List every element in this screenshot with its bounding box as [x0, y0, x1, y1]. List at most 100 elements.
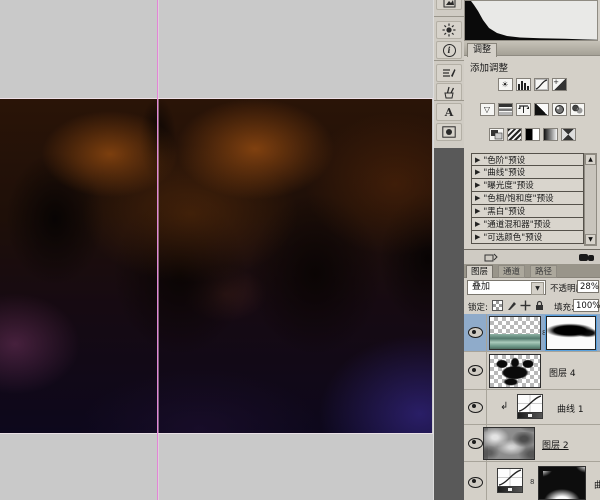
masks-panel-icon[interactable] — [436, 123, 462, 141]
photoshop-window: i A 调整 添 — [0, 0, 600, 500]
preset-scrollbar[interactable]: ▲ ▼ — [584, 153, 597, 246]
layer-row[interactable]: ↲ 曲线 1 — [464, 390, 600, 425]
lock-transparency-icon[interactable] — [492, 300, 503, 311]
adjustment-presets-list: ▶"色阶"预设 ▶"曲线"预设 ▶"曝光度"预设 ▶"色相/饱和度"预设 ▶"黑… — [471, 153, 584, 244]
switch-panel-icon[interactable] — [484, 253, 498, 263]
visibility-toggle[interactable] — [464, 390, 487, 424]
vertical-guide[interactable] — [157, 0, 158, 500]
preset-exposure[interactable]: ▶"曝光度"预设 — [471, 179, 584, 192]
adjustments-bottombar — [464, 249, 600, 264]
hue-saturation-icon[interactable] — [498, 103, 513, 116]
sun-icon[interactable] — [436, 21, 462, 39]
gradient-map-icon[interactable] — [543, 128, 558, 141]
layer-name[interactable]: 曲 — [594, 478, 600, 491]
lock-row: 锁定: 填充: 100% — [464, 298, 600, 314]
adjustment-icons-row-2: ▽ — [464, 103, 600, 116]
document-artwork[interactable] — [0, 99, 432, 433]
horizontal-guide-bottom — [0, 433, 433, 434]
visibility-toggle[interactable] — [464, 314, 487, 351]
info-icon[interactable]: i — [436, 41, 462, 59]
layer-thumbnail[interactable] — [483, 427, 535, 460]
layers-list: 8 图层 4 ↲ 曲线 1 — [464, 314, 600, 500]
preset-black-white[interactable]: ▶"黑白"预设 — [471, 205, 584, 218]
invert-icon[interactable] — [489, 128, 504, 141]
fill-label: 填充: — [554, 301, 574, 313]
eye-icon — [468, 402, 483, 413]
visibility-toggle[interactable] — [464, 462, 487, 500]
selective-color-icon[interactable] — [561, 128, 576, 141]
mask-link-icon: 8 — [530, 478, 534, 486]
adjustment-icons-row-3 — [464, 128, 600, 141]
threshold-icon[interactable] — [525, 128, 540, 141]
add-adjustment-label: 添加调整 — [470, 60, 508, 74]
panel-column: 调整 添加调整 ☀ + ▽ ▶"色阶"预设 ▶"曲线"预设 — [464, 0, 600, 500]
scroll-up-icon[interactable]: ▲ — [585, 154, 596, 165]
layer-row[interactable]: 8 曲 — [464, 462, 600, 500]
lock-label: 锁定: — [468, 301, 488, 313]
expander-icon[interactable]: ▶ — [475, 233, 480, 241]
histogram-graph — [465, 1, 597, 40]
posterize-icon[interactable] — [507, 128, 522, 141]
canvas-pasteboard[interactable] — [0, 0, 433, 500]
lock-all-icon[interactable] — [534, 300, 545, 311]
vibrance-icon[interactable]: ▽ — [480, 103, 495, 116]
layer-row[interactable]: 图层 4 — [464, 352, 600, 390]
eye-icon — [468, 327, 483, 338]
expander-icon[interactable]: ▶ — [475, 207, 480, 215]
curves-icon[interactable] — [534, 78, 549, 91]
lock-position-icon[interactable] — [520, 300, 531, 311]
channel-mixer-icon[interactable] — [570, 103, 585, 116]
color-balance-icon[interactable] — [516, 103, 531, 116]
layer-mask-thumbnail[interactable] — [538, 466, 586, 500]
layers-tabbar: 图层 通道 路径 — [464, 264, 600, 278]
lock-pixels-icon[interactable] — [506, 300, 517, 311]
panel-thumbnail-icon[interactable] — [436, 0, 462, 10]
preset-hue-saturation[interactable]: ▶"色相/饱和度"预设 — [471, 192, 584, 205]
color-sampler-icon[interactable] — [436, 64, 462, 82]
layer-name[interactable]: 曲线 1 — [557, 402, 584, 415]
scroll-down-icon[interactable]: ▼ — [585, 234, 596, 245]
exposure-icon[interactable]: + — [552, 78, 567, 91]
layer-mask-thumbnail[interactable] — [546, 316, 596, 350]
layer-thumbnail[interactable] — [489, 316, 541, 350]
blend-row: 叠加 ▼ 不透明度: 28% — [464, 278, 600, 298]
layer-name[interactable]: 图层 2 — [542, 438, 569, 451]
tab-paths[interactable]: 路径 — [530, 265, 557, 278]
clipping-mask-icon: ↲ — [500, 401, 508, 412]
preset-curves[interactable]: ▶"曲线"预设 — [471, 166, 584, 179]
expander-icon[interactable]: ▶ — [475, 220, 480, 228]
character-panel-icon[interactable]: A — [436, 103, 462, 121]
layer-row-selected[interactable]: 8 — [464, 314, 600, 352]
expander-icon[interactable]: ▶ — [475, 168, 480, 176]
eye-icon — [468, 477, 483, 488]
expander-icon[interactable]: ▶ — [475, 194, 480, 202]
layer-row[interactable]: 图层 2 — [464, 425, 600, 462]
expander-icon[interactable]: ▶ — [475, 181, 480, 189]
layer-name[interactable]: 图层 4 — [549, 366, 576, 379]
adjustment-thumbnail[interactable] — [517, 394, 545, 419]
adjustment-thumbnail[interactable] — [497, 468, 525, 493]
histogram-panel — [464, 0, 598, 41]
visibility-toggle[interactable] — [464, 352, 487, 389]
chevron-down-icon[interactable]: ▼ — [531, 282, 544, 295]
preset-selective-color[interactable]: ▶"可选颜色"预设 — [471, 231, 584, 244]
expanded-view-icon[interactable] — [579, 253, 595, 262]
brush-tools-icon[interactable] — [436, 83, 462, 101]
tab-layers[interactable]: 图层 — [466, 265, 493, 278]
fill-value[interactable]: 100% — [573, 299, 599, 312]
adjustment-icons-row-1: ☀ + — [464, 78, 600, 91]
preset-channel-mixer[interactable]: ▶"通道混和器"预设 — [471, 218, 584, 231]
tab-adjustments[interactable]: 调整 — [467, 43, 497, 57]
panel-dock-strip: i A — [433, 0, 464, 500]
brightness-contrast-icon[interactable]: ☀ — [498, 78, 513, 91]
expander-icon[interactable]: ▶ — [475, 156, 480, 164]
photo-filter-icon[interactable] — [552, 103, 567, 116]
preset-levels[interactable]: ▶"色阶"预设 — [471, 153, 584, 166]
layer-thumbnail[interactable] — [489, 354, 541, 388]
tab-channels[interactable]: 通道 — [498, 265, 525, 278]
black-white-icon[interactable] — [534, 103, 549, 116]
eye-icon — [468, 438, 483, 449]
blend-mode-select[interactable]: 叠加 ▼ — [467, 280, 546, 295]
opacity-value[interactable]: 28% — [577, 280, 599, 293]
levels-icon[interactable] — [516, 78, 531, 91]
